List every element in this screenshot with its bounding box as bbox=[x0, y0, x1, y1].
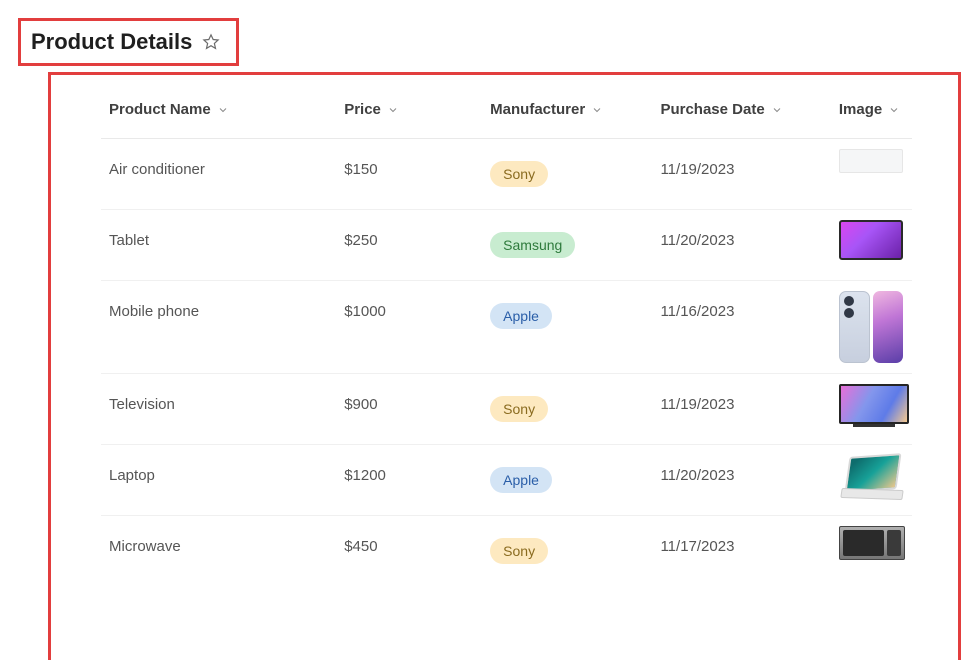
cell-name: Television bbox=[101, 374, 336, 445]
cell-manufacturer: Sony bbox=[482, 139, 652, 210]
manufacturer-pill: Samsung bbox=[490, 232, 575, 258]
cell-name: Laptop bbox=[101, 445, 336, 516]
manufacturer-pill: Sony bbox=[490, 538, 548, 564]
column-header-image[interactable]: Image bbox=[839, 101, 904, 118]
cell-manufacturer: Apple bbox=[482, 445, 652, 516]
product-image-phone bbox=[839, 291, 903, 363]
chevron-down-icon bbox=[217, 104, 229, 116]
cell-date: 11/20/2023 bbox=[652, 445, 830, 516]
product-image-tv bbox=[839, 384, 909, 428]
column-header-date[interactable]: Purchase Date bbox=[660, 101, 822, 118]
column-header-name[interactable]: Product Name bbox=[109, 101, 328, 118]
cell-image bbox=[831, 139, 912, 210]
product-image-tablet bbox=[839, 220, 903, 260]
table-row[interactable]: Mobile phone$1000 Apple 11/16/2023 bbox=[101, 281, 912, 374]
cell-date: 11/19/2023 bbox=[652, 139, 830, 210]
chevron-down-icon bbox=[387, 104, 399, 116]
cell-name: Air conditioner bbox=[101, 139, 336, 210]
cell-price: $250 bbox=[336, 210, 482, 281]
column-header-label: Price bbox=[344, 101, 381, 118]
manufacturer-pill: Sony bbox=[490, 396, 548, 422]
cell-price: $150 bbox=[336, 139, 482, 210]
cell-manufacturer: Sony bbox=[482, 516, 652, 587]
table-row[interactable]: Laptop$1200 Apple 11/20/2023 bbox=[101, 445, 912, 516]
page-header: Product Details bbox=[18, 18, 239, 66]
product-image-laptop bbox=[839, 455, 907, 503]
table-row[interactable]: Television$900 Sony 11/19/2023 bbox=[101, 374, 912, 445]
manufacturer-pill: Sony bbox=[490, 161, 548, 187]
product-table: Product Name Price Manufacturer bbox=[101, 75, 912, 586]
manufacturer-pill: Apple bbox=[490, 467, 552, 493]
chevron-down-icon bbox=[591, 104, 603, 116]
product-image-microwave bbox=[839, 526, 905, 560]
cell-image bbox=[831, 445, 912, 516]
table-row[interactable]: Microwave$450 Sony 11/17/2023 bbox=[101, 516, 912, 587]
cell-image bbox=[831, 281, 912, 374]
product-image-ac bbox=[839, 149, 903, 173]
column-header-label: Image bbox=[839, 101, 882, 118]
column-header-label: Manufacturer bbox=[490, 101, 585, 118]
chevron-down-icon bbox=[771, 104, 783, 116]
cell-image bbox=[831, 516, 912, 587]
cell-manufacturer: Apple bbox=[482, 281, 652, 374]
cell-image bbox=[831, 374, 912, 445]
cell-price: $900 bbox=[336, 374, 482, 445]
cell-price: $1200 bbox=[336, 445, 482, 516]
cell-date: 11/16/2023 bbox=[652, 281, 830, 374]
cell-name: Tablet bbox=[101, 210, 336, 281]
page-title: Product Details bbox=[31, 29, 192, 55]
column-header-label: Purchase Date bbox=[660, 101, 764, 118]
column-header-price[interactable]: Price bbox=[344, 101, 474, 118]
cell-name: Microwave bbox=[101, 516, 336, 587]
table-row[interactable]: Tablet$250 Samsung 11/20/2023 bbox=[101, 210, 912, 281]
column-header-label: Product Name bbox=[109, 101, 211, 118]
table-row[interactable]: Air conditioner$150 Sony 11/19/2023 bbox=[101, 139, 912, 210]
manufacturer-pill: Apple bbox=[490, 303, 552, 329]
favorite-star-icon[interactable] bbox=[202, 33, 220, 51]
cell-price: $1000 bbox=[336, 281, 482, 374]
cell-date: 11/17/2023 bbox=[652, 516, 830, 587]
product-table-container: Product Name Price Manufacturer bbox=[48, 72, 961, 660]
cell-image bbox=[831, 210, 912, 281]
table-header-row: Product Name Price Manufacturer bbox=[101, 75, 912, 139]
cell-date: 11/19/2023 bbox=[652, 374, 830, 445]
cell-price: $450 bbox=[336, 516, 482, 587]
cell-date: 11/20/2023 bbox=[652, 210, 830, 281]
cell-manufacturer: Sony bbox=[482, 374, 652, 445]
chevron-down-icon bbox=[888, 104, 900, 116]
column-header-manufacturer[interactable]: Manufacturer bbox=[490, 101, 644, 118]
cell-manufacturer: Samsung bbox=[482, 210, 652, 281]
cell-name: Mobile phone bbox=[101, 281, 336, 374]
